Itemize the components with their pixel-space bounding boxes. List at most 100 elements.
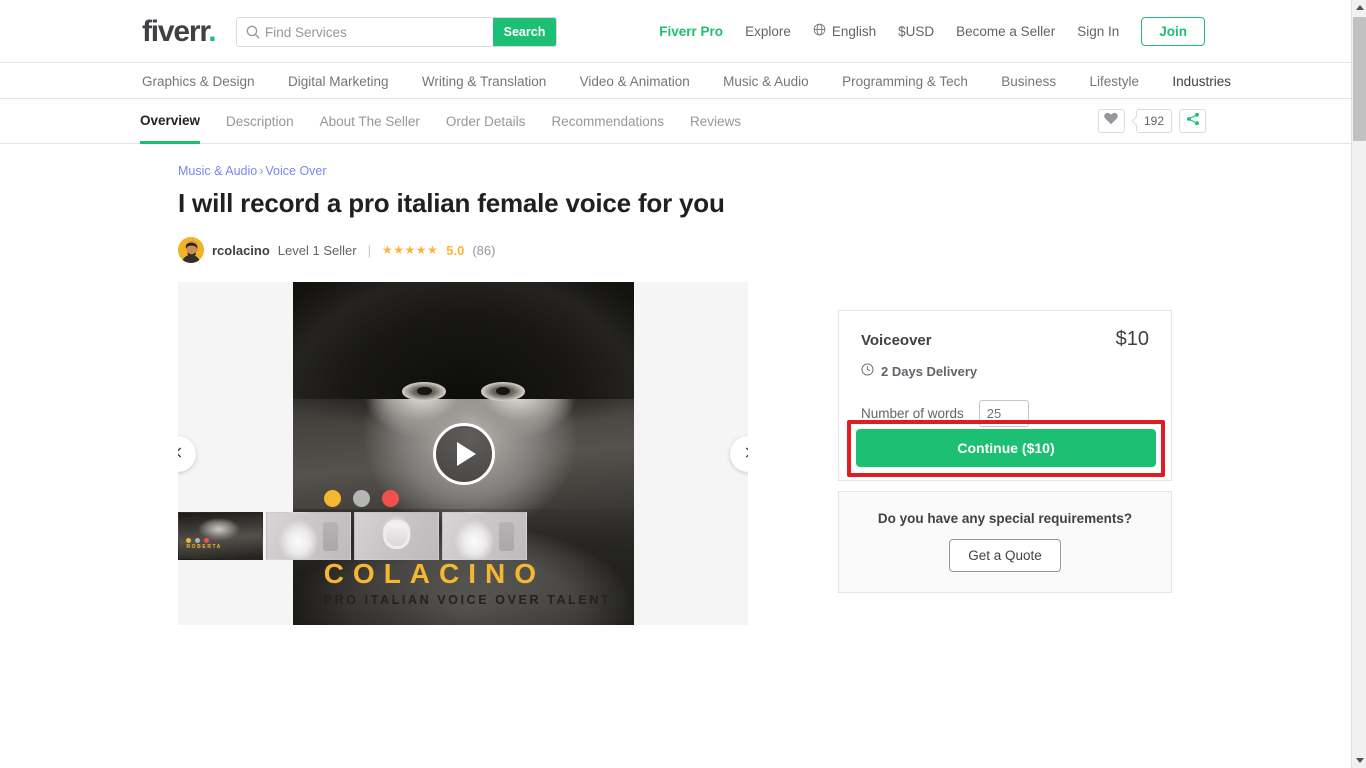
overlay-last-name: COLACINO [323,558,546,590]
category-nav: Graphics & Design Digital Marketing Writ… [0,63,1351,99]
tab-description[interactable]: Description [226,99,294,144]
page-scrollbar[interactable] [1351,0,1366,768]
overlay-dot-gray [352,489,370,507]
continue-button[interactable]: Continue ($10) [856,429,1156,467]
search-icon [237,18,265,46]
tab-reviews[interactable]: Reviews [690,99,741,144]
breadcrumb-music-audio[interactable]: Music & Audio [178,164,257,178]
gallery-thumbnails: ROBERTA [178,512,527,560]
search-button[interactable]: Search [493,18,556,46]
number-of-words-input[interactable] [978,400,1029,427]
globe-icon [813,23,826,41]
seller-name[interactable]: rcolacino [212,243,270,258]
browser-viewport: fiverr. Search Fiverr Pro Explore [0,0,1366,768]
package-header: Voiceover $10 [861,328,1149,351]
category-video-animation[interactable]: Video & Animation [580,74,690,89]
favorite-count: 192 [1135,109,1172,133]
favorite-button[interactable] [1097,109,1125,133]
fiverr-logo[interactable]: fiverr. [142,15,217,48]
scroll-down-arrow-icon[interactable] [1352,753,1366,768]
gallery-prev-button[interactable] [178,435,196,472]
search-box[interactable]: Search [236,17,557,47]
category-digital-marketing[interactable]: Digital Marketing [288,74,389,89]
category-industries[interactable]: Industries [1172,74,1231,89]
package-delivery-text: 2 Days Delivery [881,363,978,379]
nav-language-label: English [831,24,877,39]
heart-icon [1104,112,1119,130]
clock-icon [861,363,874,379]
package-price: $10 [1115,328,1149,350]
package-delivery-row: 2 Days Delivery [861,363,1149,379]
special-requirements-card: Do you have any special requirements? Ge… [838,491,1172,593]
video-overlay-dots [323,489,399,507]
gig-tabs-bar: Overview Description About The Seller Or… [0,99,1351,144]
overlay-dot-yellow [323,489,341,507]
rating-stars: ★★★★★ [381,243,439,258]
gig-sidebar: Voiceover $10 2 Days Delivery Number of … [838,310,1172,593]
review-count: (86) [472,242,496,258]
tab-about-the-seller[interactable]: About The Seller [320,99,420,144]
breadcrumb: Music & Audio › Voice Over [178,164,748,178]
gig-gallery: ROBERTA COLACINO PRO ITALIAN VOICE OVER … [178,282,748,626]
breadcrumb-separator: › [259,164,264,178]
gallery-next-button[interactable] [730,435,748,472]
seller-level: Level 1 Seller [277,242,357,258]
thumbnail-video[interactable]: ROBERTA [178,512,263,560]
chevron-right-icon [743,445,748,463]
chevron-left-icon [178,445,184,463]
site-header: fiverr. Search Fiverr Pro Explore [0,0,1351,63]
nav-sign-in[interactable]: Sign In [1077,24,1119,39]
play-button[interactable] [432,422,495,485]
logo-dot: . [208,15,216,48]
special-requirements-title: Do you have any special requirements? [877,511,1133,526]
thumbnail-name-text: ROBERTA [186,544,223,551]
category-music-audio[interactable]: Music & Audio [723,74,809,89]
nav-fiverr-pro[interactable]: Fiverr Pro [659,24,723,39]
category-programming-tech[interactable]: Programming & Tech [842,74,968,89]
category-business[interactable]: Business [1001,74,1056,89]
play-icon [457,441,476,466]
join-button[interactable]: Join [1141,17,1205,46]
photo-hat [293,282,634,399]
package-card: Voiceover $10 2 Days Delivery Number of … [838,310,1172,481]
scroll-up-arrow-icon[interactable] [1352,0,1366,15]
breadcrumb-voice-over[interactable]: Voice Over [265,164,326,178]
thumbnail-microphone[interactable] [354,512,439,560]
gig-title: I will record a pro italian female voice… [178,188,725,218]
nav-currency[interactable]: $USD [898,24,934,39]
share-icon [1186,112,1200,131]
seller-info-row: rcolacino Level 1 Seller | ★★★★★ 5.0 (86… [178,237,748,264]
nav-explore[interactable]: Explore [745,24,791,39]
tab-recommendations[interactable]: Recommendations [551,99,664,144]
seller-avatar[interactable] [178,237,204,264]
gig-actions: 192 [1097,109,1206,133]
seller-divider: | [367,242,371,258]
overlay-tagline: PRO ITALIAN VOICE OVER TALENT [323,592,612,607]
search-input[interactable] [265,18,493,46]
tab-order-details[interactable]: Order Details [446,99,526,144]
category-lifestyle[interactable]: Lifestyle [1089,74,1139,89]
gallery-main-video[interactable]: ROBERTA COLACINO PRO ITALIAN VOICE OVER … [293,282,634,626]
package-words-row: Number of words [861,400,1149,427]
nav-language[interactable]: English [813,23,876,41]
number-of-words-label: Number of words [861,406,964,421]
logo-text: fiverr [142,15,209,48]
gig-tabs: Overview Description About The Seller Or… [140,99,741,144]
thumbnail-studio-2[interactable] [442,512,527,560]
package-name: Voiceover [861,332,932,349]
thumbnail-face [193,515,244,541]
nav-become-a-seller[interactable]: Become a Seller [956,24,1055,39]
header-right-nav: Fiverr Pro Explore English $USD Become a… [659,0,1205,63]
page-scroll-area: fiverr. Search Fiverr Pro Explore [0,0,1351,768]
scrollbar-thumb[interactable] [1353,17,1366,141]
category-writing-translation[interactable]: Writing & Translation [422,74,546,89]
category-graphics-design[interactable]: Graphics & Design [142,74,255,89]
tab-overview[interactable]: Overview [140,99,201,144]
rating-value: 5.0 [446,242,465,258]
get-a-quote-button[interactable]: Get a Quote [949,539,1061,572]
share-button[interactable] [1179,109,1206,133]
overlay-dot-red [381,489,399,507]
main-content: Music & Audio › Voice Over I will record a… [0,144,1351,626]
gig-content-column: Music & Audio › Voice Over I will record a… [178,164,748,626]
thumbnail-studio-1[interactable] [266,512,351,560]
